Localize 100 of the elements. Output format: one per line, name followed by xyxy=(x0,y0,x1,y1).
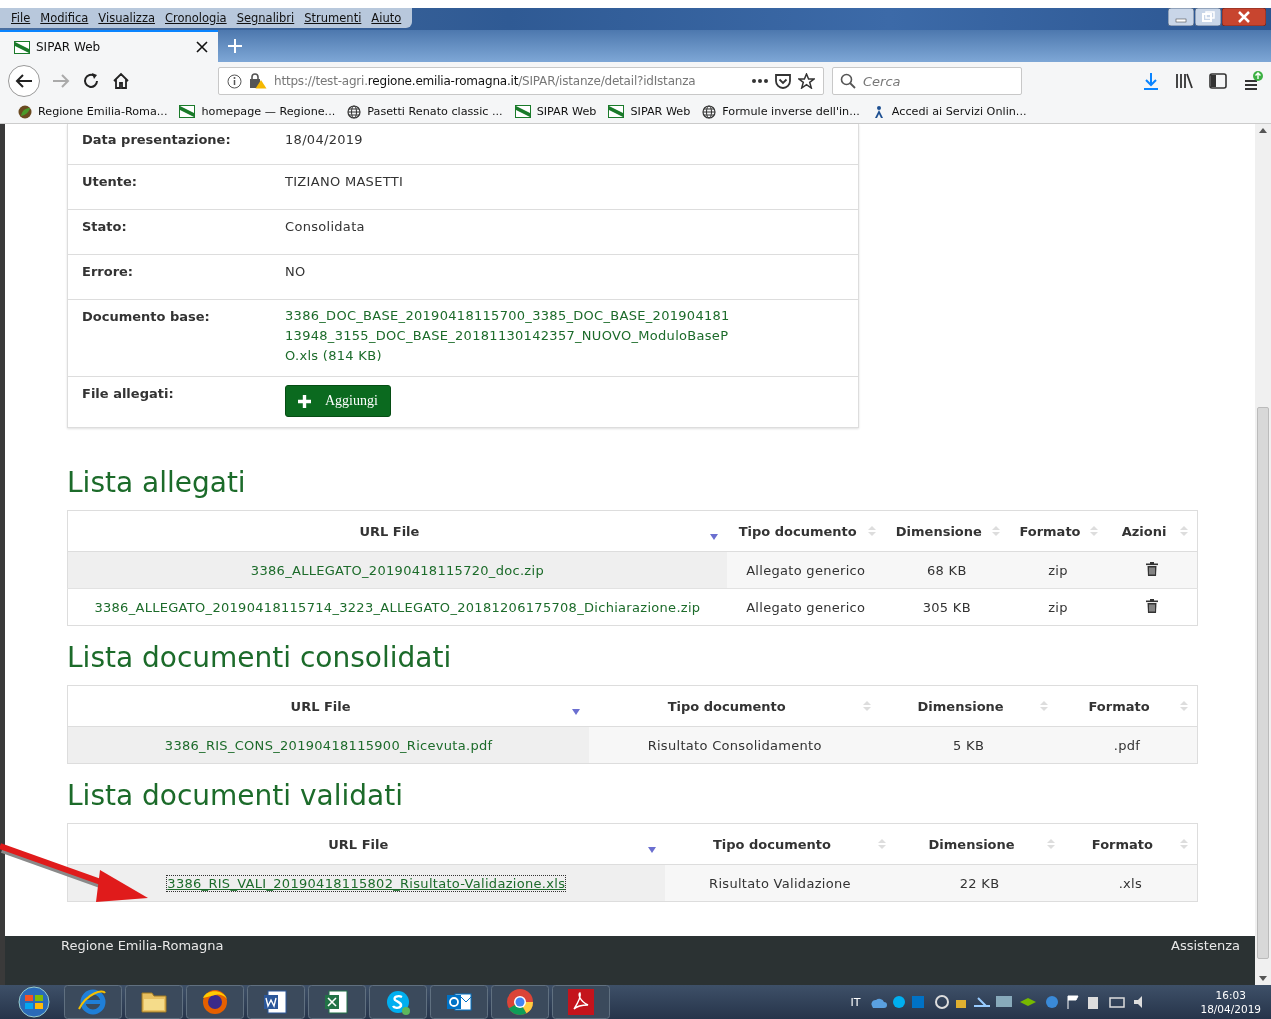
field-label: Errore: xyxy=(82,263,135,281)
file-link[interactable]: 3386_ALLEGATO_20190418115720_doc.zip xyxy=(250,562,544,578)
field-label: File allegati: xyxy=(82,385,175,403)
scrollbar[interactable] xyxy=(1255,124,1271,985)
bookmark-item[interactable]: Formule inverse dell'in... xyxy=(702,104,860,119)
field-label: Stato: xyxy=(82,218,128,236)
flag-icon xyxy=(179,105,196,118)
scroll-down-icon[interactable] xyxy=(1259,976,1267,981)
browser-tab[interactable]: SIPAR Web xyxy=(0,30,218,62)
column-header[interactable]: Formato xyxy=(1063,823,1198,865)
table-cell: Risultato Validazione xyxy=(664,864,896,902)
column-header[interactable]: URL File xyxy=(67,823,665,865)
address-bar[interactable]: https://test-agri.regione.emilia-romagna.it/SIPAR/istanze/detail?idIstanza xyxy=(218,67,824,95)
search-field[interactable]: Cerca xyxy=(832,67,1022,95)
column-header[interactable]: Formato xyxy=(1008,510,1107,552)
field-value: TIZIANO MASETTI xyxy=(285,174,404,189)
menu-item[interactable]: Aiuto xyxy=(366,11,407,25)
menu-item[interactable]: File xyxy=(6,11,36,25)
bookmark-item[interactable]: Pasetti Renato classic ... xyxy=(347,104,503,119)
footer-text: Regione Emilia-Romagna xyxy=(61,938,224,955)
info-icon xyxy=(227,73,242,89)
minimize-button[interactable] xyxy=(1168,8,1194,26)
table-cell: Allegato generico xyxy=(726,551,885,589)
column-header[interactable]: Dimensione xyxy=(895,823,1064,865)
column-header[interactable]: Formato xyxy=(1057,685,1198,727)
sort-icon[interactable] xyxy=(571,706,582,716)
trash-icon[interactable] xyxy=(1146,598,1158,613)
globe-icon[interactable] xyxy=(186,985,244,1019)
field-label: Documento base: xyxy=(82,308,211,326)
bookmark-item[interactable]: homepage — Regione... xyxy=(179,105,336,118)
bookmark-item[interactable]: Regione Emilia-Roma... xyxy=(18,104,168,119)
pocket-icon[interactable] xyxy=(775,73,791,89)
add-button[interactable]: Aggiungi xyxy=(285,385,391,417)
document-icon[interactable] xyxy=(247,985,305,1019)
flag-icon xyxy=(608,105,625,118)
folder-icon[interactable] xyxy=(125,985,183,1019)
column-header[interactable]: URL File xyxy=(67,685,590,727)
table-cell: 305 KB xyxy=(884,588,1009,626)
more-icon[interactable] xyxy=(752,79,768,83)
section-heading: Lista allegati xyxy=(67,468,247,498)
file-link[interactable]: 3386_ALLEGATO_20190418115714_3223_ALLEGATO_20181206175708_Dichiarazione.zip xyxy=(94,599,701,615)
globe-icon xyxy=(347,104,362,119)
close-icon[interactable] xyxy=(196,41,208,53)
browser-icon[interactable] xyxy=(491,985,549,1019)
star-icon[interactable] xyxy=(798,73,815,89)
field-label: Utente: xyxy=(82,173,139,191)
language-indicator[interactable]: IT xyxy=(850,995,861,1009)
column-header[interactable]: Tipo documento xyxy=(589,685,881,727)
sort-icon[interactable] xyxy=(646,844,657,854)
assistance-link[interactable]: Assistenza xyxy=(1171,938,1240,985)
sort-icon[interactable] xyxy=(708,531,719,541)
table-cell: Allegato generico xyxy=(726,588,885,626)
flag-icon xyxy=(514,105,531,118)
menu-item[interactable]: Segnalibri xyxy=(231,11,300,25)
menu-icon[interactable] xyxy=(1243,71,1263,91)
menu-item[interactable]: Cronologia xyxy=(160,11,232,25)
table-cell: 22 KB xyxy=(895,864,1064,902)
mail-icon[interactable] xyxy=(430,985,488,1019)
table-cell: 5 KB xyxy=(880,726,1058,764)
scroll-up-icon[interactable] xyxy=(1259,128,1267,133)
restore-button[interactable] xyxy=(1195,8,1221,26)
section-heading: Lista documenti consolidati xyxy=(67,643,453,673)
search-icon xyxy=(840,73,856,89)
reload-icon[interactable] xyxy=(82,72,100,90)
column-header[interactable]: Dimensione xyxy=(880,685,1058,727)
flag-icon xyxy=(14,40,30,54)
lock-warning-icon xyxy=(249,73,267,89)
bookmark-item[interactable]: Accedi ai Servizi Onlin... xyxy=(871,104,1027,119)
close-button[interactable] xyxy=(1222,8,1266,26)
home-icon[interactable] xyxy=(112,72,130,90)
trash-icon[interactable] xyxy=(1146,561,1158,576)
document-link[interactable]: 3386_DOC_BASE_20190418115700_3385_DOC_BASE_20190418113948_3155_DOC_BASE_20181130142357_NUOVO_ModuloBasePO.xls (814 KB) xyxy=(285,306,735,366)
section-heading: Lista documenti validati xyxy=(67,781,404,811)
new-tab-icon[interactable] xyxy=(228,39,242,53)
column-header[interactable]: Dimensione xyxy=(884,510,1009,552)
spreadsheet-icon[interactable] xyxy=(308,985,366,1019)
scrollbar-thumb[interactable] xyxy=(1257,407,1269,959)
clock[interactable]: 16:03 18/04/2019 xyxy=(1200,988,1261,1016)
menu-item[interactable]: Visualizza xyxy=(93,11,160,25)
column-header[interactable]: Azioni xyxy=(1107,510,1198,552)
column-header[interactable]: Tipo documento xyxy=(726,510,885,552)
sidebar-icon[interactable] xyxy=(1209,73,1227,89)
column-header[interactable]: Tipo documento xyxy=(664,823,896,865)
library-icon[interactable] xyxy=(1175,73,1193,89)
chat-icon[interactable] xyxy=(369,985,427,1019)
column-header[interactable]: URL File xyxy=(67,510,727,552)
ie-icon[interactable] xyxy=(64,985,122,1019)
back-button[interactable] xyxy=(8,65,40,97)
plus-icon xyxy=(298,394,311,408)
bookmark-item[interactable]: SIPAR Web xyxy=(608,105,691,118)
field-value: 18/04/2019 xyxy=(285,132,363,147)
table-cell: .xls xyxy=(1063,864,1198,902)
download-icon[interactable] xyxy=(1143,72,1159,90)
table-cell: .pdf xyxy=(1057,726,1198,764)
menu-item[interactable]: Modifica xyxy=(35,11,94,25)
bookmark-item[interactable]: SIPAR Web xyxy=(514,105,597,118)
url-text: https://test-agri.regione.emilia-romagna.it/SIPAR/istanze/detail?idIstanza xyxy=(274,74,697,88)
menu-item[interactable]: Strumenti xyxy=(299,11,367,25)
pdf-icon[interactable] xyxy=(552,985,610,1019)
table-cell: Risultato Consolidamento xyxy=(589,726,881,764)
